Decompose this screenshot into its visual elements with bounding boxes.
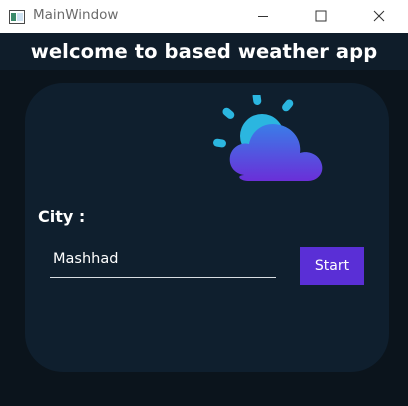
header-bar: welcome to based weather app	[0, 33, 408, 70]
title-bar: MainWindow	[0, 0, 408, 33]
city-label: City :	[38, 207, 86, 226]
minimize-button[interactable]	[240, 0, 286, 33]
maximize-icon	[315, 7, 327, 26]
close-button[interactable]	[356, 0, 402, 33]
welcome-title: welcome to based weather app	[30, 40, 378, 63]
minimize-icon	[257, 7, 269, 26]
main-window-client: welcome to based weather app City: Mash…	[0, 33, 408, 406]
maximize-button[interactable]	[298, 0, 344, 33]
app-window-icon	[9, 9, 25, 24]
partly-cloudy-icon	[210, 92, 330, 195]
close-icon	[373, 7, 385, 26]
city-input[interactable]	[50, 247, 276, 278]
window-title: MainWindow	[33, 7, 119, 23]
start-button[interactable]: Start	[300, 247, 364, 285]
weather-card: City : Start	[25, 83, 389, 372]
